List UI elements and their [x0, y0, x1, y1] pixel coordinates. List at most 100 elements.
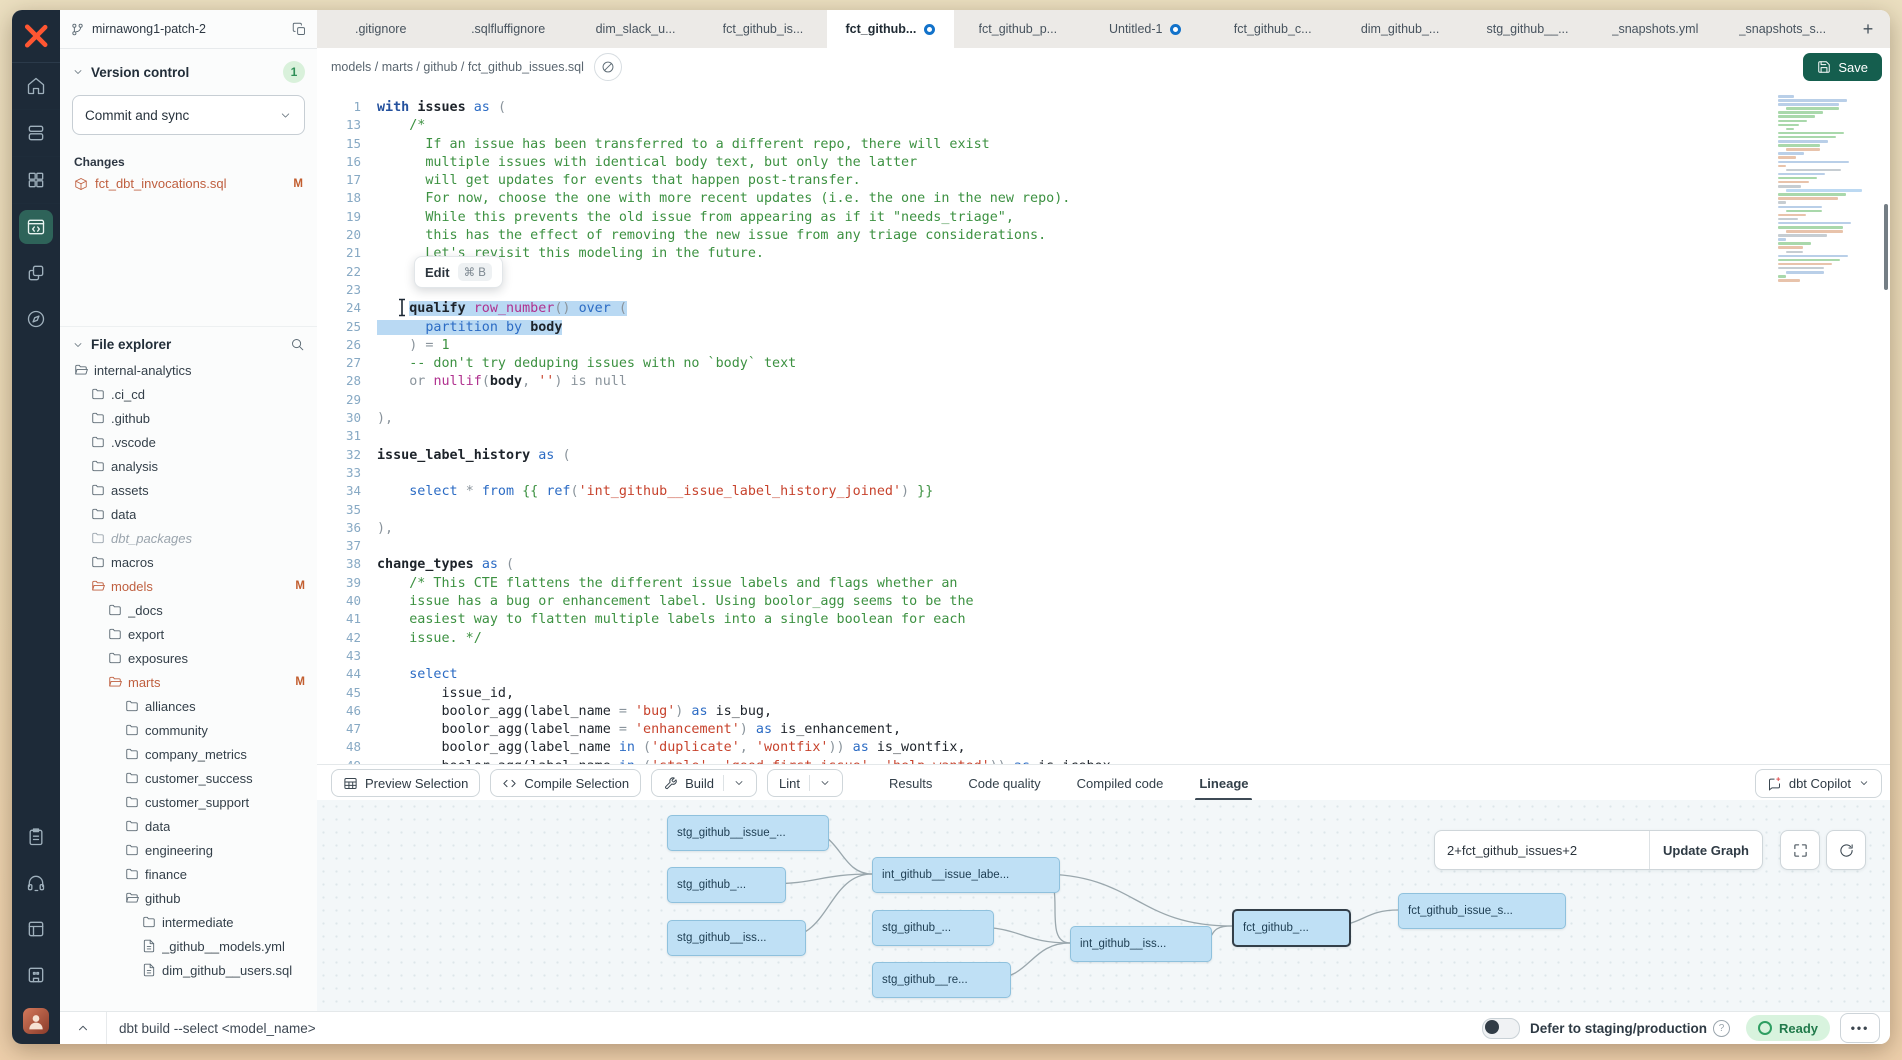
workspace-icon[interactable]	[12, 952, 60, 998]
code-line-16[interactable]: 16 multiple issues with identical body t…	[317, 153, 1890, 171]
folder-models[interactable]: modelsM	[60, 574, 317, 598]
fullscreen-button[interactable]	[1780, 830, 1820, 870]
file-explorer-header[interactable]: File explorer	[60, 326, 317, 358]
code-line-47[interactable]: 47 boolor_agg(label_name = 'enhancement'…	[317, 720, 1890, 738]
code-line-41[interactable]: 41 easiest way to flatten multiple label…	[317, 610, 1890, 628]
tab-compiled-code[interactable]: Compiled code	[1077, 765, 1164, 801]
code-line-44[interactable]: 44 select	[317, 665, 1890, 683]
lineage-node-n7[interactable]: int_github__iss...	[1070, 926, 1212, 962]
tab-untitled-1[interactable]: Untitled-1	[1082, 10, 1209, 48]
support-headset-icon[interactable]	[12, 860, 60, 906]
tab-results[interactable]: Results	[889, 765, 932, 801]
tab-dim_github_-[interactable]: dim_github_...	[1336, 10, 1463, 48]
save-button[interactable]: Save	[1803, 53, 1882, 81]
more-options-button[interactable]: •••	[1840, 1013, 1880, 1043]
collapse-panel-button[interactable]	[60, 1012, 107, 1044]
code-line-45[interactable]: 45 issue_id,	[317, 684, 1890, 702]
folder-data[interactable]: data	[60, 814, 317, 838]
defer-toggle[interactable]	[1482, 1018, 1520, 1039]
folder-alliances[interactable]: alliances	[60, 694, 317, 718]
folder-engineering[interactable]: engineering	[60, 838, 317, 862]
minimap[interactable]	[1778, 95, 1880, 283]
code-line-30[interactable]: 30),	[317, 409, 1890, 427]
code-line-42[interactable]: 42 issue. */	[317, 629, 1890, 647]
code-line-25[interactable]: 25 partition by body	[317, 318, 1890, 336]
help-icon[interactable]: ?	[1713, 1020, 1730, 1037]
folder-intermediate[interactable]: intermediate	[60, 910, 317, 934]
folder-assets[interactable]: assets	[60, 478, 317, 502]
lineage-node-n4[interactable]: int_github__issue_labe...	[872, 857, 1060, 893]
tab-fct_github_c-[interactable]: fct_github_c...	[1209, 10, 1336, 48]
code-line-32[interactable]: 32issue_label_history as (	[317, 446, 1890, 464]
code-line-13[interactable]: 13 /*	[317, 116, 1890, 134]
folder-customer_support[interactable]: customer_support	[60, 790, 317, 814]
commit-and-sync-dropdown[interactable]: Commit and sync	[72, 95, 305, 135]
refresh-graph-button[interactable]	[1826, 830, 1866, 870]
branch-row[interactable]: mirnawong1-patch-2	[60, 10, 317, 49]
code-line-21[interactable]: 21 Let's revisit this modeling in the fu…	[317, 244, 1890, 262]
dbt-logo[interactable]	[12, 10, 60, 63]
folder-community[interactable]: community	[60, 718, 317, 742]
editor-scrollbar[interactable]	[1884, 204, 1888, 290]
tab-fct_github_is-[interactable]: fct_github_is...	[699, 10, 826, 48]
code-line-40[interactable]: 40 issue has a bug or enhancement label.…	[317, 592, 1890, 610]
code-line-48[interactable]: 48 boolor_agg(label_name in ('duplicate'…	[317, 738, 1890, 756]
version-control-header[interactable]: Version control 1	[60, 49, 317, 87]
update-graph-button[interactable]: Update Graph	[1650, 831, 1762, 869]
code-line-19[interactable]: 19 While this prevents the old issue fro…	[317, 208, 1890, 226]
code-line-23[interactable]: 23	[317, 281, 1890, 299]
dbt-copilot-button[interactable]: dbt Copilot	[1755, 769, 1882, 798]
code-line-33[interactable]: 33	[317, 464, 1890, 482]
tab-_snapshots_s-[interactable]: _snapshots_s...	[1719, 10, 1846, 48]
user-avatar[interactable]	[12, 998, 60, 1044]
file-_github__models-yml[interactable]: _github__models.yml	[60, 934, 317, 958]
code-line-31[interactable]: 31	[317, 427, 1890, 445]
dashboard-icon[interactable]	[12, 157, 60, 204]
lineage-node-n1[interactable]: stg_github__issue_...	[667, 815, 829, 851]
tab-fct_github_p-[interactable]: fct_github_p...	[954, 10, 1081, 48]
folder--vscode[interactable]: .vscode	[60, 430, 317, 454]
explore-compass-icon[interactable]	[12, 296, 60, 342]
code-line-43[interactable]: 43	[317, 647, 1890, 665]
file-dim_github__users-sql[interactable]: dim_github__users.sql	[60, 958, 317, 982]
docs-window-icon[interactable]	[12, 906, 60, 952]
code-line-17[interactable]: 17 will get updates for events that happ…	[317, 171, 1890, 189]
folder-github[interactable]: github	[60, 886, 317, 910]
code-line-27[interactable]: 27 -- don't try deduping issues with no …	[317, 354, 1890, 372]
code-line-35[interactable]: 35	[317, 501, 1890, 519]
code-line-24[interactable]: 24 qualify row_number() over (	[317, 299, 1890, 317]
code-line-46[interactable]: 46 boolor_agg(label_name = 'bug') as is_…	[317, 702, 1890, 720]
search-icon[interactable]	[290, 337, 305, 352]
edit-popup[interactable]: Edit ⌘ B	[414, 256, 503, 288]
folder-exposures[interactable]: exposures	[60, 646, 317, 670]
code-line-1[interactable]: 1with issues as (	[317, 98, 1890, 116]
build-button[interactable]: Build	[651, 769, 757, 797]
folder--github[interactable]: .github	[60, 406, 317, 430]
folder-dbt_packages[interactable]: dbt_packages	[60, 526, 317, 550]
folder-macros[interactable]: macros	[60, 550, 317, 574]
folder--ci_cd[interactable]: .ci_cd	[60, 382, 317, 406]
code-line-18[interactable]: 18 For now, choose the one with more rec…	[317, 189, 1890, 207]
lineage-node-n3[interactable]: stg_github__iss...	[667, 920, 806, 956]
compare-icon[interactable]	[12, 250, 60, 296]
folder-company_metrics[interactable]: company_metrics	[60, 742, 317, 766]
ide-icon-active[interactable]	[12, 204, 60, 250]
lineage-node-n9[interactable]: fct_github_issue_s...	[1398, 893, 1566, 929]
home-icon[interactable]	[12, 63, 60, 110]
lineage-node-n5[interactable]: stg_github_...	[872, 910, 994, 946]
command-input[interactable]: dbt build --select <model_name>	[107, 1021, 1482, 1036]
code-line-26[interactable]: 26 ) = 1	[317, 336, 1890, 354]
code-line-28[interactable]: 28 or nullif(body, '') is null	[317, 372, 1890, 390]
code-line-49[interactable]: 49 boolor_agg(label_name in ('stale', 'g…	[317, 757, 1890, 764]
folder-internal-analytics[interactable]: internal-analytics	[60, 358, 317, 382]
tab-code-quality[interactable]: Code quality	[968, 765, 1040, 801]
lint-button[interactable]: Lint	[767, 769, 843, 797]
code-line-36[interactable]: 36),	[317, 519, 1890, 537]
code-editor[interactable]: 1with issues as (13 /*15 If an issue has…	[317, 86, 1890, 764]
tab-lineage[interactable]: Lineage	[1199, 765, 1248, 801]
code-line-29[interactable]: 29	[317, 391, 1890, 409]
folder-_docs[interactable]: _docs	[60, 598, 317, 622]
selector-input[interactable]: 2+fct_github_issues+2	[1435, 831, 1650, 869]
lineage-node-n6[interactable]: stg_github__re...	[872, 962, 1011, 998]
code-line-37[interactable]: 37	[317, 537, 1890, 555]
